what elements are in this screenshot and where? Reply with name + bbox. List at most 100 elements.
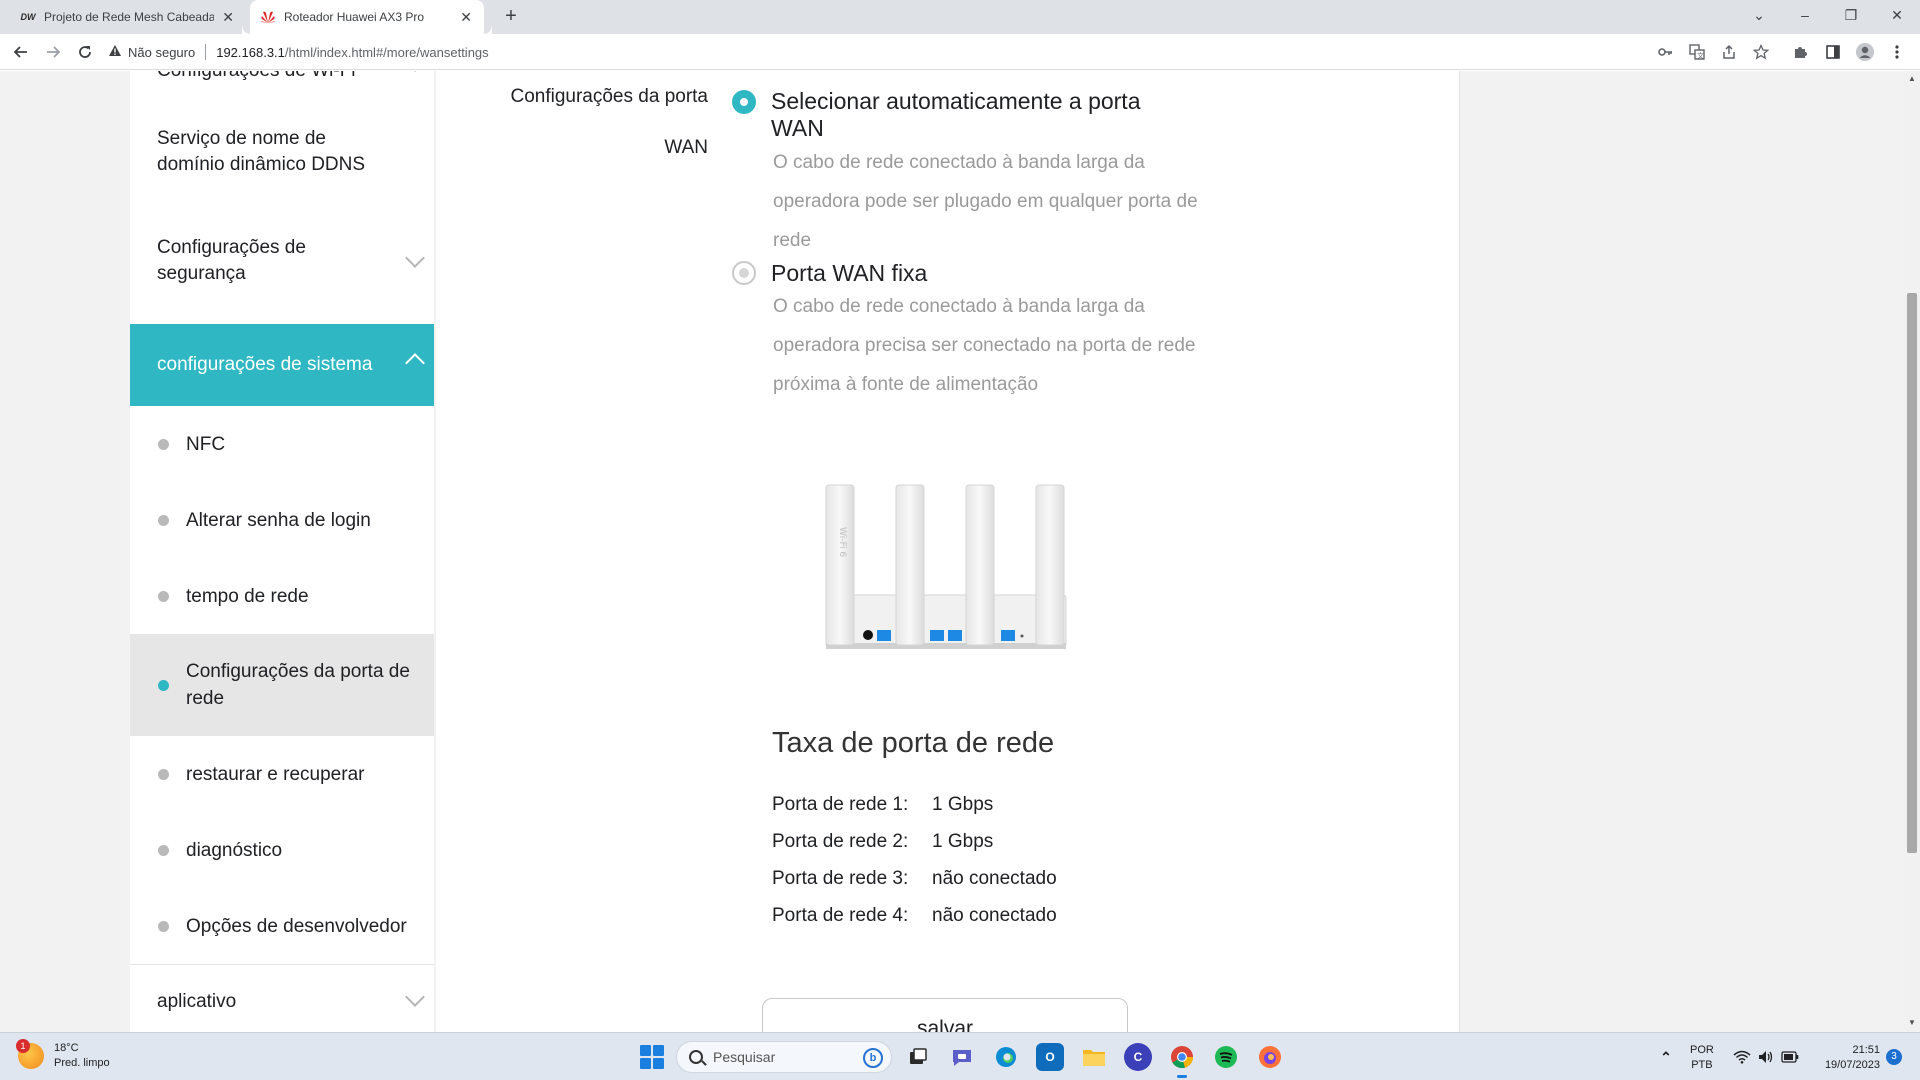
bullet-dot-icon [158, 844, 169, 856]
sidebar-item-label: Configurações de segurança [157, 237, 306, 284]
tab-title: Roteador Huawei AX3 Pro [284, 10, 425, 24]
sidebar-subitem-label: Opções de desenvolvedor [186, 915, 407, 937]
taskbar-clock[interactable]: 21:51 19/07/2023 [1810, 1043, 1880, 1073]
auto-wan-radio[interactable] [732, 90, 756, 114]
sidebar-item-security[interactable]: Configurações de segurança [130, 231, 434, 291]
share-icon[interactable] [1718, 41, 1740, 63]
sidebar-subitem-network-time[interactable]: tempo de rede [130, 558, 434, 634]
bullet-dot-icon [158, 438, 169, 450]
sidebar-item-system-settings[interactable]: configurações de sistema [130, 324, 434, 406]
bullet-dot-icon [158, 768, 169, 780]
tab-strip: DW Projeto de Rede Mesh Cabeada - ✕ Rote… [0, 0, 1920, 34]
fixed-wan-option-title[interactable]: Porta WAN fixa [771, 260, 1191, 287]
weather-text: Pred. limpo [54, 1057, 110, 1069]
tab-roteador-huawei[interactable]: Roteador Huawei AX3 Pro ✕ [250, 0, 492, 34]
tray-chevron-up-icon[interactable]: ⌃ [1652, 1043, 1680, 1071]
tab-search-dropdown-icon[interactable]: ⌄ [1736, 0, 1782, 30]
port-value: não conectado [932, 868, 1057, 889]
profile-avatar-icon[interactable] [1854, 41, 1876, 63]
wan-port-field-label: Configurações da porta [510, 86, 708, 107]
port-value: 1 Gbps [932, 831, 994, 852]
notification-badge[interactable]: 3 [1886, 1049, 1902, 1065]
sidebar-item-wifi-settings[interactable]: Configurações de Wi-Fi [130, 71, 434, 91]
chevron-down-icon [405, 71, 425, 72]
sidebar-subitem-label: NFC [186, 433, 226, 455]
sidebar-subitem-change-password[interactable]: Alterar senha de login [130, 482, 434, 558]
weather-widget[interactable]: 1 18°C Pred. limpo [16, 1039, 110, 1071]
scroll-up-arrow-icon[interactable]: ▲ [1907, 74, 1917, 84]
sidebar-subitem-diagnostics[interactable]: diagnóstico [130, 812, 434, 888]
sidebar-subitem-nfc[interactable]: NFC [130, 406, 434, 482]
omnibox-separator [205, 44, 207, 60]
scroll-down-arrow-icon[interactable]: ▼ [1907, 1018, 1917, 1028]
sidebar-subitem-restore[interactable]: restaurar e recuperar [130, 736, 434, 812]
close-tab-icon[interactable]: ✕ [460, 9, 472, 26]
cortana-app-icon[interactable]: C [1124, 1043, 1152, 1071]
spotify-icon[interactable] [1212, 1043, 1240, 1071]
sidebar-subitem-label: diagnóstico [186, 839, 283, 861]
auto-wan-option-title[interactable]: Selecionar automaticamente a porta WAN [771, 88, 1191, 142]
minimize-button[interactable]: – [1782, 0, 1828, 30]
extensions-puzzle-icon[interactable] [1790, 41, 1812, 63]
warning-icon[interactable] [108, 44, 122, 60]
port-rate-row: Porta de rede 3: não conectado [772, 868, 1057, 890]
bullet-dot-icon [158, 920, 169, 932]
sidebar-item-label: Configurações de Wi-Fi [157, 71, 356, 84]
port-value: 1 Gbps [932, 794, 994, 815]
chrome-icon[interactable] [1168, 1043, 1196, 1078]
sidebar-item-ddns[interactable]: Serviço de nome de domínio dinâmico DDNS [130, 123, 434, 181]
teams-chat-icon[interactable] [948, 1043, 976, 1071]
reload-icon[interactable] [74, 41, 96, 63]
keyboard-language[interactable]: POR PTB [1690, 1043, 1714, 1073]
save-button[interactable]: salvar [762, 998, 1128, 1032]
port-label: Porta de rede 1: [772, 794, 909, 815]
sidebar-item-app[interactable]: aplicativo [130, 976, 434, 1028]
task-view-icon[interactable] [904, 1043, 932, 1071]
security-status[interactable]: Não seguro [128, 45, 195, 60]
tab-title: Projeto de Rede Mesh Cabeada - [44, 10, 214, 24]
wan-port-field-label-2: WAN [664, 137, 708, 158]
keyboard-layout: PTB [1691, 1059, 1713, 1071]
sidebar-subitem-port-settings[interactable]: Configurações da porta de rede [130, 634, 434, 736]
browser-menu-icon[interactable] [1886, 41, 1908, 63]
bullet-dot-icon [158, 590, 169, 602]
taskbar-search[interactable]: Pesquisar b [676, 1041, 892, 1073]
firefox-icon[interactable] [1256, 1043, 1284, 1071]
forward-arrow-icon[interactable] [42, 41, 64, 63]
restore-button[interactable]: ❐ [1828, 0, 1874, 30]
address-bar[interactable]: Não seguro 192.168.3.1 /html/index.html#… [108, 38, 1678, 66]
key-icon[interactable] [1654, 41, 1676, 63]
page-scrollbar[interactable]: ▲ ▼ [1904, 71, 1920, 1032]
url-path[interactable]: /html/index.html#/more/wansettings [285, 45, 489, 60]
file-explorer-icon[interactable] [1080, 1043, 1108, 1071]
bing-icon[interactable]: b [863, 1048, 883, 1068]
close-window-button[interactable]: ✕ [1874, 0, 1920, 30]
new-tab-button[interactable]: + [500, 6, 522, 28]
tab-projeto-rede-mesh[interactable]: DW Projeto de Rede Mesh Cabeada - ✕ [12, 0, 246, 34]
weather-sun-icon: 1 [16, 1039, 44, 1069]
port-label: Porta de rede 3: [772, 868, 909, 889]
close-tab-icon[interactable]: ✕ [222, 9, 234, 26]
auto-wan-option-description: O cabo de rede conectado à banda larga d… [773, 152, 1198, 251]
weather-temp: 18°C [54, 1042, 79, 1054]
translate-icon[interactable]: 文 [1686, 41, 1708, 63]
scrollbar-thumb[interactable] [1907, 293, 1917, 853]
battery-icon[interactable] [1776, 1043, 1804, 1071]
settings-sidebar: Configurações de Wi-Fi Serviço de nome d… [130, 71, 434, 1032]
sidebar-item-label: aplicativo [157, 991, 237, 1012]
url-host[interactable]: 192.168.3.1 [216, 45, 285, 60]
fixed-wan-option-description: O cabo de rede conectado à banda larga d… [773, 296, 1196, 395]
clock-date: 19/07/2023 [1824, 1059, 1880, 1071]
back-arrow-icon[interactable] [10, 41, 32, 63]
sidebar-subitem-developer[interactable]: Opções de desenvolvedor [130, 888, 434, 964]
edge-icon[interactable] [992, 1043, 1020, 1071]
outlook-icon[interactable]: O [1036, 1043, 1064, 1071]
bookmark-star-icon[interactable] [1750, 41, 1772, 63]
windows-start-icon[interactable] [640, 1045, 664, 1069]
fixed-wan-radio[interactable] [732, 261, 756, 285]
weather-badge: 1 [16, 1039, 30, 1053]
sidebar-subitem-label: tempo de rede [186, 585, 309, 607]
content-border [1459, 71, 1460, 1032]
search-placeholder: Pesquisar [713, 1049, 776, 1065]
side-panel-icon[interactable] [1822, 41, 1844, 63]
